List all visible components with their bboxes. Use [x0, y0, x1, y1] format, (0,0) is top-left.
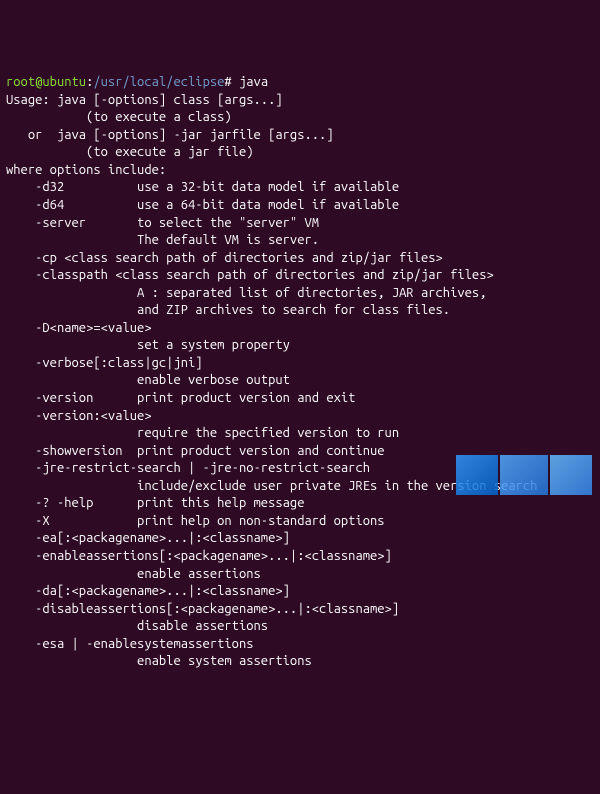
prompt-user-host: root@ubuntu [6, 75, 86, 89]
output-line: -X print help on non-standard options [6, 513, 594, 531]
output-line: disable assertions [6, 618, 594, 636]
watermark-block [550, 455, 592, 495]
output-line: The default VM is server. [6, 232, 594, 250]
output-line: Usage: java [-options] class [args...] [6, 92, 594, 110]
output-line: (to execute a class) [6, 109, 594, 127]
output-line: enable verbose output [6, 372, 594, 390]
output-line: -d64 use a 64-bit data model if availabl… [6, 197, 594, 215]
output-line: -da[:<packagename>...|:<classname>] [6, 583, 594, 601]
output-line: A : separated list of directories, JAR a… [6, 285, 594, 303]
output-line: -d32 use a 32-bit data model if availabl… [6, 179, 594, 197]
output-line: where options include: [6, 162, 594, 180]
terminal-output[interactable]: root@ubuntu:/usr/local/eclipse# javaUsag… [6, 74, 594, 671]
watermark-block [456, 455, 498, 495]
watermark-block [500, 455, 548, 495]
output-line: -cp <class search path of directories an… [6, 250, 594, 268]
output-line: (to execute a jar file) [6, 144, 594, 162]
output-line: -server to select the "server" VM [6, 215, 594, 233]
output-line: -enableassertions[:<packagename>...|:<cl… [6, 548, 594, 566]
prompt-symbol: # [224, 75, 231, 89]
output-line: -? -help print this help message [6, 495, 594, 513]
output-line: -classpath <class search path of directo… [6, 267, 594, 285]
output-line: -disableassertions[:<packagename>...|:<c… [6, 601, 594, 619]
watermark-overlay [456, 455, 592, 495]
prompt-line: root@ubuntu:/usr/local/eclipse# java [6, 74, 594, 92]
output-line: or java [-options] -jar jarfile [args...… [6, 127, 594, 145]
prompt-path: /usr/local/eclipse [93, 75, 224, 89]
output-line: -version print product version and exit [6, 390, 594, 408]
output-line: -ea[:<packagename>...|:<classname>] [6, 530, 594, 548]
output-line: -esa | -enablesystemassertions [6, 636, 594, 654]
output-line: set a system property [6, 337, 594, 355]
command-text: java [239, 75, 268, 89]
output-line: enable assertions [6, 566, 594, 584]
output-line: -D<name>=<value> [6, 320, 594, 338]
output-line: -version:<value> [6, 408, 594, 426]
output-line: require the specified version to run [6, 425, 594, 443]
output-line: -verbose[:class|gc|jni] [6, 355, 594, 373]
output-line: and ZIP archives to search for class fil… [6, 302, 594, 320]
output-line: enable system assertions [6, 653, 594, 671]
